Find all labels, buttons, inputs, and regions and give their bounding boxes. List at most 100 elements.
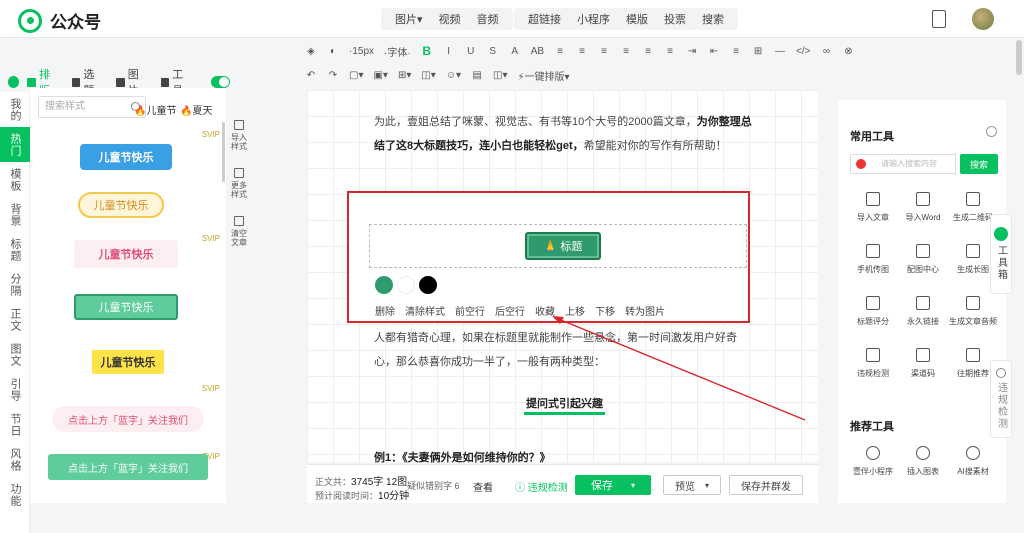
tool-title-score[interactable]: 标题评分 <box>848 296 898 327</box>
r2-tool-4[interactable]: ⊞▾ <box>398 70 411 81</box>
avatar[interactable] <box>972 8 994 30</box>
r1-tool-23[interactable]: ⊗ <box>843 46 855 57</box>
section-heading[interactable]: 提问式引起兴趣 <box>524 395 605 415</box>
color-swatch-green[interactable] <box>375 276 393 294</box>
nav-divider[interactable]: 分隔 <box>0 267 30 302</box>
r2-tool-8[interactable]: ◫▾ <box>493 70 507 81</box>
app-logo[interactable]: 公众号 <box>18 8 101 33</box>
r1-tool-8[interactable]: A <box>509 46 521 57</box>
blank-after-action[interactable]: 后空行 <box>495 303 525 318</box>
nav-template[interactable]: 模板 <box>0 162 30 197</box>
style-sample[interactable]: 点击上方「蓝字」关注我们 <box>52 406 204 432</box>
nav-title[interactable]: 标题 <box>0 232 30 267</box>
tool-channel-code[interactable]: 渠道码 <box>898 348 948 379</box>
title-style-chip[interactable]: 🙏 标题 <box>525 232 601 260</box>
tag-childrens-day[interactable]: 🔥儿童节 <box>134 102 176 117</box>
r1-tool-21[interactable]: </> <box>796 46 810 57</box>
r1-tool-18[interactable]: ≡ <box>730 46 742 57</box>
insert-miniprogram[interactable]: 小程序 <box>569 11 618 27</box>
favorite-action[interactable]: 收藏 <box>535 303 555 318</box>
r2-tool-7[interactable]: ▤ <box>471 70 483 81</box>
style-sample[interactable]: 儿童节快乐 <box>92 350 164 374</box>
paragraph[interactable]: 人都有猎奇心理，如果在标题里就能制作一些悬念，第一时间激发用户好奇心，那么恭喜你… <box>374 326 752 374</box>
page-scrollbar[interactable] <box>1016 40 1022 75</box>
tool-insert-chart[interactable]: 插入图表 <box>898 446 948 477</box>
import-style-button[interactable]: 导入样式 <box>228 120 250 164</box>
r1-tool-12[interactable]: ≡ <box>598 46 610 57</box>
r1-tool-10[interactable]: ≡ <box>554 46 566 57</box>
more-styles-button[interactable]: 更多样式 <box>228 168 250 212</box>
insert-link[interactable]: 超链接 <box>520 11 569 27</box>
r1-tool-20[interactable]: — <box>774 46 786 57</box>
tool-image-center[interactable]: 配图中心 <box>898 244 948 275</box>
clear-article-button[interactable]: 清空文章 <box>228 216 250 260</box>
tool-import-word[interactable]: 导入Word <box>898 192 948 223</box>
r1-tool-6[interactable]: U <box>465 46 477 57</box>
r1-tool-3[interactable]: ·字体· <box>384 44 411 59</box>
r2-tool-6[interactable]: ☺▾ <box>446 70 461 81</box>
r1-tool-22[interactable]: ∞ <box>821 46 833 57</box>
audit-link[interactable]: ⓘ 违规检测 <box>515 479 568 494</box>
move-up-action[interactable]: 上移 <box>565 303 585 318</box>
nav-festival[interactable]: 节日 <box>0 407 30 442</box>
r1-tool-2[interactable]: ·15px <box>349 46 374 57</box>
to-image-action[interactable]: 转为图片 <box>625 303 665 318</box>
r2-tool-2[interactable]: ▢▾ <box>349 70 363 81</box>
r2-tool-5[interactable]: ◫▾ <box>421 70 435 81</box>
insert-image[interactable]: 图片▾ <box>387 11 431 27</box>
nav-image-text[interactable]: 图文 <box>0 337 30 372</box>
selected-style-block[interactable]: 🙏 标题 删除 清除样式 前空行 后空行 收藏 上移 下移 转为图片 <box>347 191 750 323</box>
r2-tool-9[interactable]: ⚡一键排版▾ <box>518 68 570 83</box>
r1-tool-17[interactable]: ⇤ <box>708 46 720 57</box>
style-sample[interactable]: 儿童节快乐 <box>74 240 178 268</box>
check-typos-link[interactable]: 查看 <box>473 479 493 494</box>
settings-icon[interactable] <box>986 126 997 137</box>
nav-hot[interactable]: 热门 <box>0 127 30 162</box>
r1-tool-19[interactable]: ⊞ <box>752 46 764 57</box>
audit-float-tab[interactable]: 违规检测 <box>990 360 1012 438</box>
color-swatch-black[interactable] <box>419 276 437 294</box>
preview-button[interactable]: 预览 ▾ <box>663 475 721 495</box>
nav-mine[interactable]: 我的 <box>0 92 30 127</box>
style-panel-scrollbar[interactable] <box>222 122 225 182</box>
r2-tool-0[interactable]: ↶ <box>305 70 317 81</box>
search-engine-icon[interactable] <box>856 159 866 169</box>
style-sample[interactable]: 儿童节快乐 <box>78 192 164 218</box>
panel-toggle[interactable] <box>210 76 230 88</box>
style-sample[interactable]: 儿童节快乐 <box>74 294 178 320</box>
tool-ai-material[interactable]: AI搜素材 <box>948 446 998 477</box>
nav-background[interactable]: 背景 <box>0 197 30 232</box>
style-sample[interactable]: 儿童节快乐 <box>80 144 172 170</box>
r1-tool-13[interactable]: ≡ <box>620 46 632 57</box>
toolbox-float-tab[interactable]: 工具箱 <box>990 214 1012 294</box>
delete-action[interactable]: 删除 <box>375 303 395 318</box>
style-sample[interactable]: 点击上方「蓝字」关注我们 <box>48 454 208 480</box>
tool-import-article[interactable]: 导入文章 <box>848 192 898 223</box>
insert-search[interactable]: 搜索 <box>694 11 732 27</box>
r2-tool-3[interactable]: ▣▾ <box>373 70 387 81</box>
nav-body[interactable]: 正文 <box>0 302 30 337</box>
save-publish-button[interactable]: 保存并群发 <box>729 475 803 495</box>
insert-video[interactable]: 视频 <box>431 11 469 27</box>
r1-tool-11[interactable]: ≡ <box>576 46 588 57</box>
tag-summer[interactable]: 🔥夏天 <box>180 102 212 117</box>
move-down-action[interactable]: 下移 <box>595 303 615 318</box>
r1-tool-14[interactable]: ≡ <box>642 46 654 57</box>
tool-audio[interactable]: 生成文章音频 <box>948 296 998 327</box>
color-swatch-white[interactable] <box>397 276 415 294</box>
insert-vote[interactable]: 投票 <box>656 11 694 27</box>
nav-guide[interactable]: 引导 <box>0 372 30 407</box>
paragraph[interactable]: 为此，壹姐总结了咪蒙、视觉志、有书等10个大号的2000篇文章，为你整理总结了这… <box>374 110 752 158</box>
nav-style[interactable]: 风格 <box>0 442 30 477</box>
insert-audio[interactable]: 音频 <box>469 11 507 27</box>
r1-tool-5[interactable]: I <box>443 46 455 57</box>
r1-tool-1[interactable]: ◐ <box>327 46 339 57</box>
r1-tool-0[interactable]: ◈ <box>305 46 317 57</box>
tool-audit[interactable]: 违规检测 <box>848 348 898 379</box>
save-button[interactable]: 保存 ▾ <box>575 475 651 495</box>
blank-before-action[interactable]: 前空行 <box>455 303 485 318</box>
mobile-preview-icon[interactable] <box>932 10 946 28</box>
tool-permalink[interactable]: 永久链接 <box>898 296 948 327</box>
r1-tool-15[interactable]: ≡ <box>664 46 676 57</box>
r2-tool-1[interactable]: ↷ <box>327 70 339 81</box>
